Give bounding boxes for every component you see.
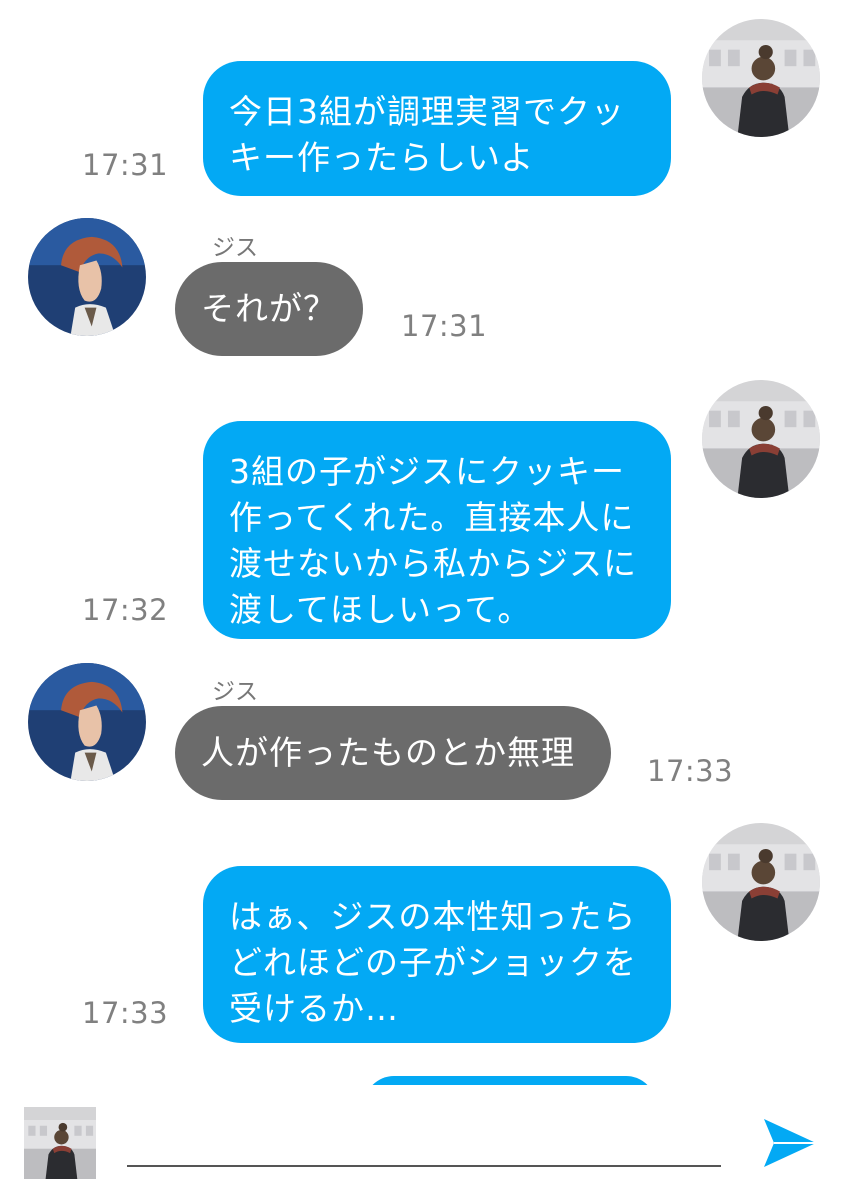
my-message-bubble-partial [364,1076,656,1085]
send-arrow-icon [764,1119,816,1167]
sender-name: ジス [212,679,258,705]
my-message-bubble: はぁ、ジスの本性知ったら どれほどの子がショックを 受けるか… [203,866,671,1043]
their-message-bubble: それが？ [175,262,363,356]
chat-thread[interactable]: 今日3組が調理実習でクッ キー作ったらしいよ 17:31 ジス それが？ 17:… [0,0,847,1085]
their-message-bubble: 人が作ったものとか無理 [175,706,611,800]
message-timestamp: 17:31 [82,148,169,182]
message-timestamp: 17:31 [401,309,488,343]
message-input[interactable] [127,1113,721,1167]
my-message-bubble: 今日3組が調理実習でクッ キー作ったらしいよ [203,61,671,196]
message-timestamp: 17:32 [82,593,169,627]
my-message-bubble: 3組の子がジスにクッキー 作ってくれた。直接本人に 渡せないから私からジスに 渡… [203,421,671,639]
sender-avatar [28,218,146,336]
send-button[interactable] [760,1115,820,1171]
message-timestamp: 17:33 [647,754,734,788]
message-composer [0,1085,847,1200]
sender-avatar [28,663,146,781]
sender-name: ジス [212,235,258,261]
my-avatar [702,823,820,941]
composer-avatar [24,1107,96,1179]
my-avatar [702,380,820,498]
my-avatar [702,19,820,137]
message-timestamp: 17:33 [82,996,169,1030]
